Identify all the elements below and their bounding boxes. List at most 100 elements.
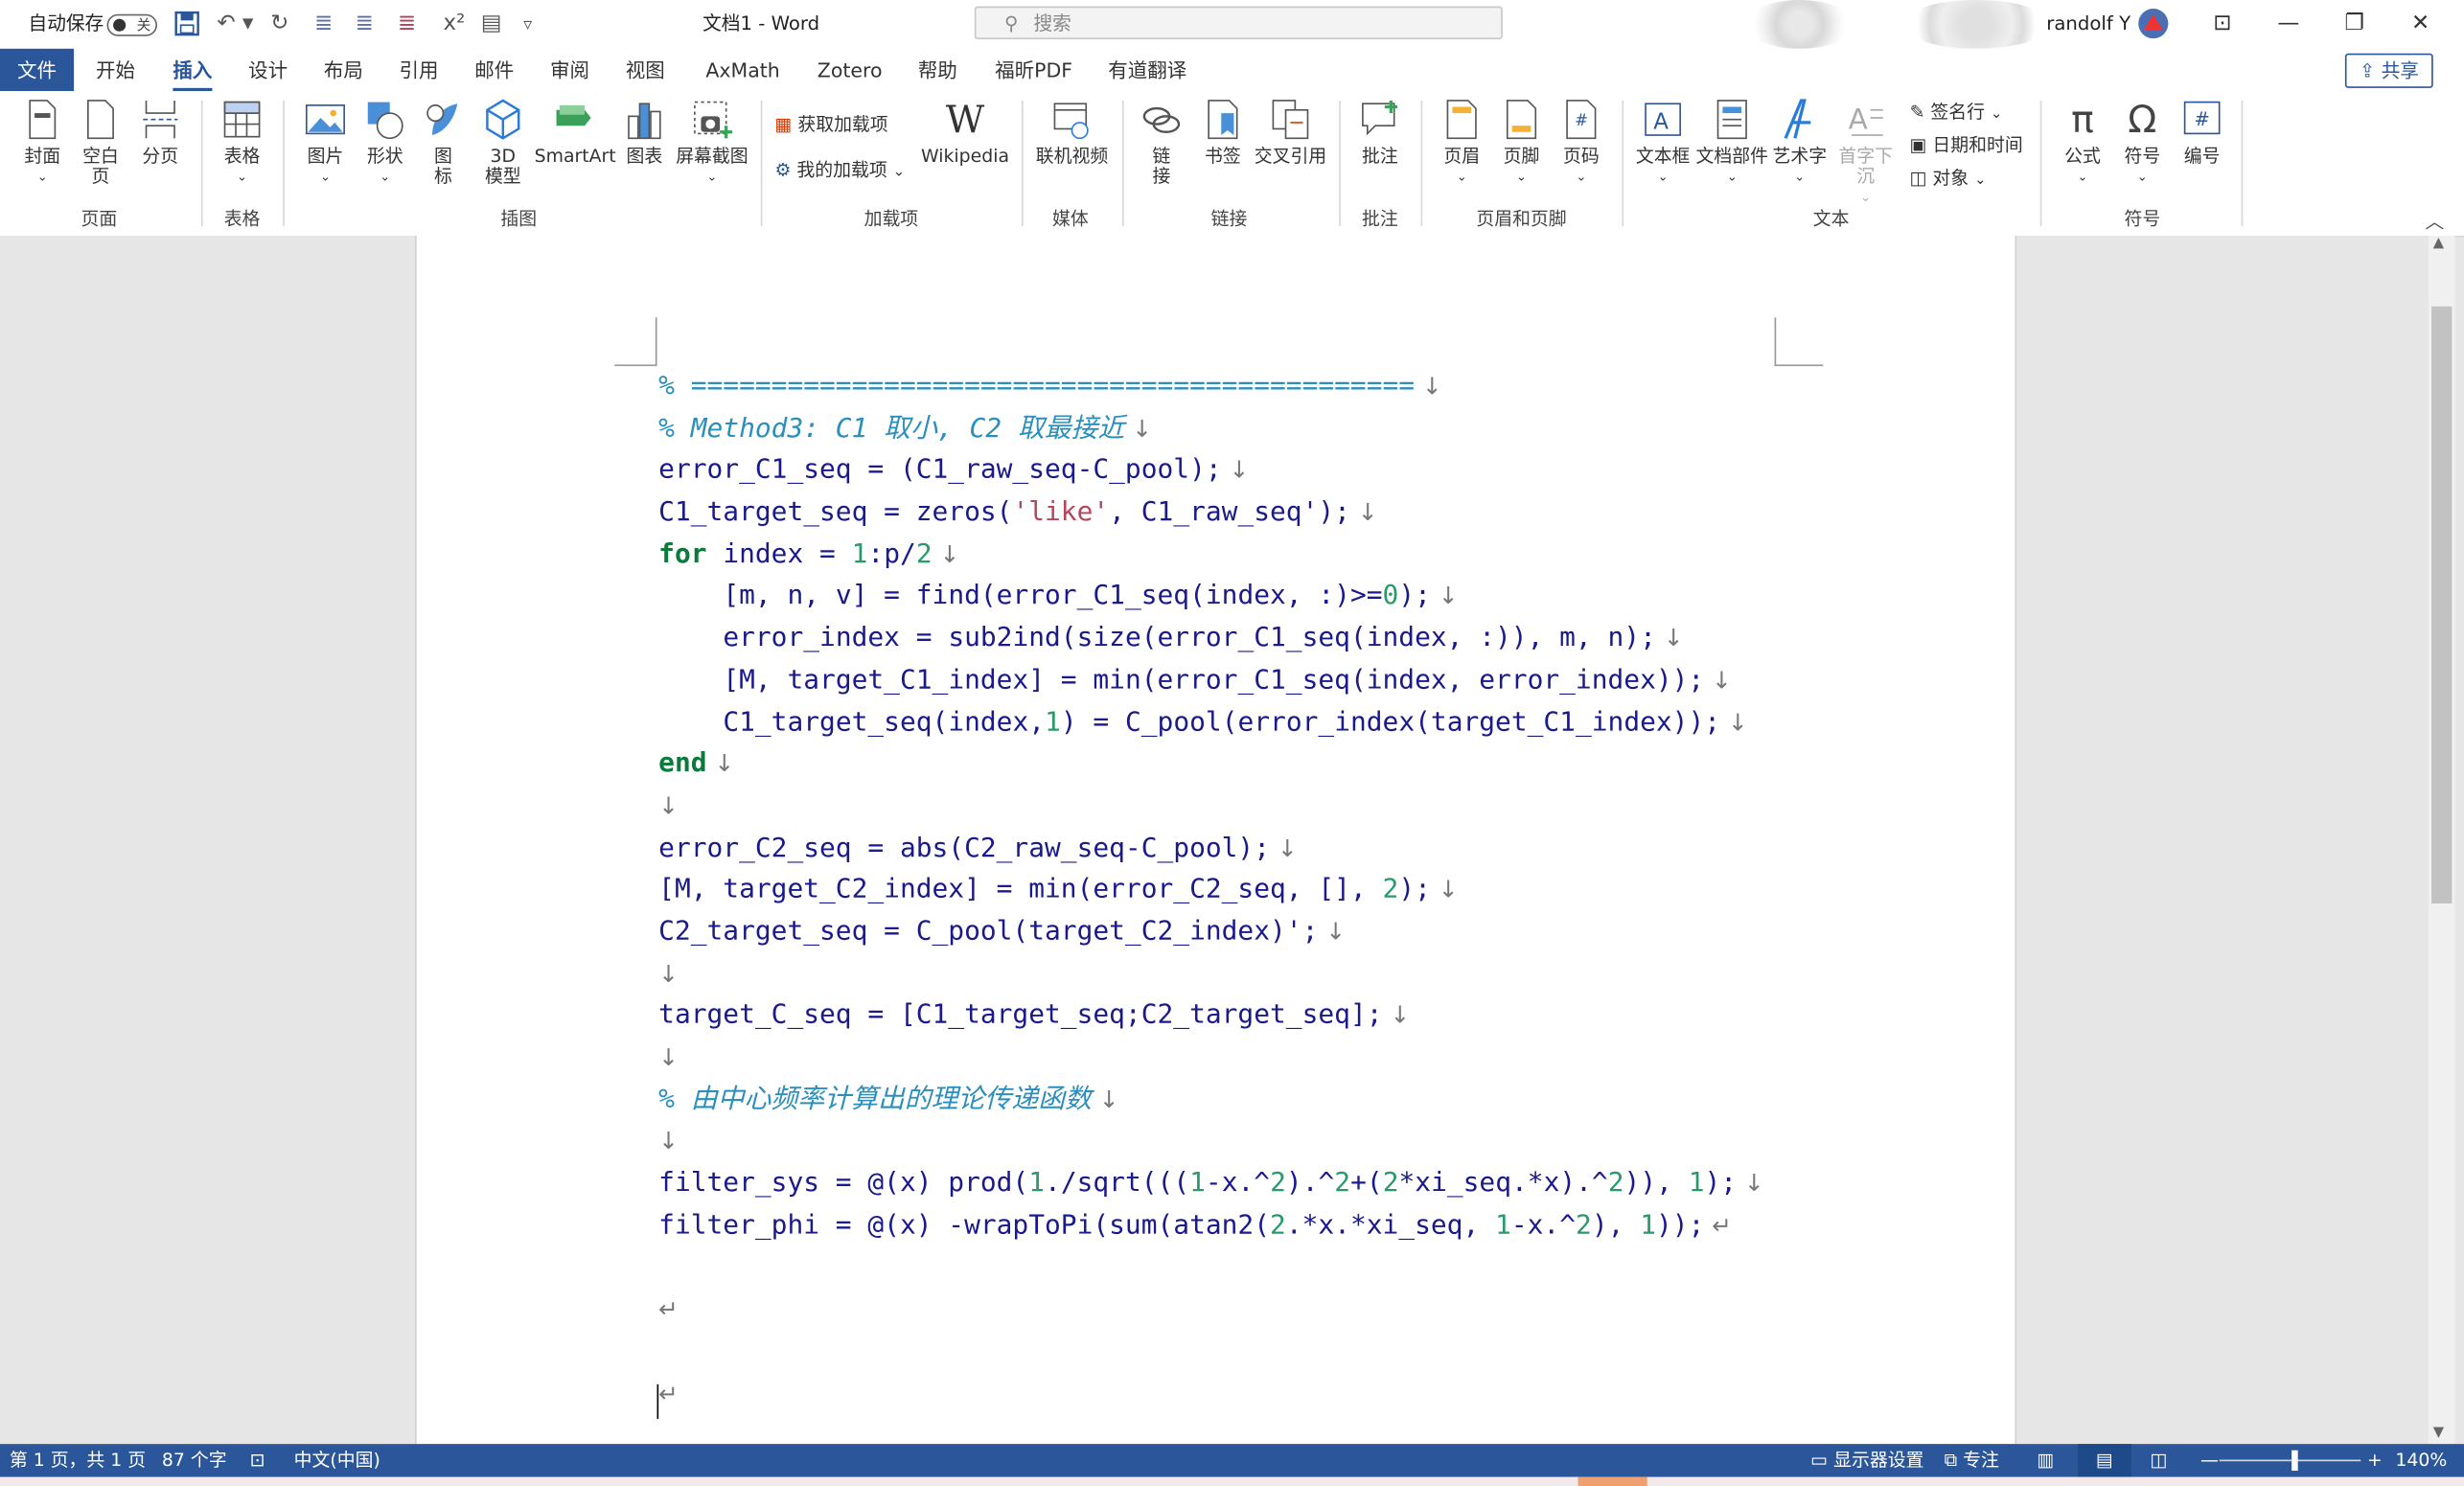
cross-reference-button[interactable]: 交叉引用	[1253, 98, 1328, 167]
code-line[interactable]: ↓	[658, 786, 1763, 828]
code-line[interactable]: ↵	[658, 1289, 1763, 1331]
minimize-icon[interactable]: —	[2255, 0, 2321, 49]
tab-foxit-pdf[interactable]: 福昕PDF	[995, 49, 1072, 91]
page-break-button[interactable]: 分页	[138, 98, 182, 167]
get-addins-button[interactable]: ▦ 获取加载项	[775, 110, 888, 139]
code-line[interactable]: filter_sys = @(x) prod(1./sqrt(((1-x.^2)…	[658, 1163, 1763, 1205]
customize-qat-icon[interactable]: ▿	[523, 0, 532, 49]
code-line[interactable]: [M, target_C2_index] = min(error_C2_seq,…	[658, 869, 1763, 911]
outline-icon[interactable]: ≣	[398, 0, 416, 49]
object-button[interactable]: ◫ 对象 ⌄	[1910, 164, 1987, 193]
code-line[interactable]: % 由中心频率计算出的理论传递函数 ↓	[658, 1079, 1763, 1121]
date-time-button[interactable]: ▣ 日期和时间	[1910, 130, 2023, 159]
undo-icon[interactable]: ↶ ▾	[217, 0, 253, 49]
word-count[interactable]: 87 个字	[162, 1444, 227, 1476]
tab-references[interactable]: 引用	[400, 49, 439, 91]
vertical-scrollbar[interactable]: ▲ ▼	[2428, 236, 2455, 1445]
restore-icon[interactable]: ❐	[2321, 0, 2387, 49]
tab-design[interactable]: 设计	[248, 49, 288, 91]
link-button[interactable]: 链 接	[1141, 98, 1183, 187]
quick-parts-button[interactable]: 文档部件 ⌄	[1696, 98, 1768, 187]
close-icon[interactable]: ✕	[2387, 0, 2453, 49]
code-line[interactable]: filter_phi = @(x) -wrapToPi(sum(atan2(2.…	[658, 1204, 1763, 1246]
redo-icon[interactable]: ↻	[270, 0, 288, 49]
tab-file[interactable]: 文件	[0, 48, 75, 92]
zoom-slider[interactable]	[2219, 1459, 2361, 1462]
code-line[interactable]: ↓	[658, 1121, 1763, 1163]
code-line[interactable]: % ======================================…	[658, 366, 1763, 408]
table-button[interactable]: 表格 ⌄	[217, 98, 266, 187]
autosave-toggle[interactable]: 关	[106, 0, 157, 49]
code-line[interactable]	[658, 1331, 1763, 1373]
symbol-button[interactable]: Ω 符号 ⌄	[2119, 98, 2166, 187]
tab-mailings[interactable]: 邮件	[474, 49, 514, 91]
code-line[interactable]: C1_target_seq(index,1) = C_pool(error_in…	[658, 701, 1763, 743]
code-line[interactable]: for index = 1:p/2 ↓	[658, 534, 1763, 576]
tab-insert[interactable]: 插入	[173, 49, 213, 92]
text-box-button[interactable]: A 文本框 ⌄	[1635, 98, 1692, 187]
page-count[interactable]: 第 1 页，共 1 页	[10, 1444, 146, 1476]
code-line[interactable]: C1_target_seq = zeros('like', C1_raw_seq…	[658, 492, 1763, 534]
picture-button[interactable]: 图片 ⌄	[302, 98, 349, 187]
language[interactable]: 中文(中国)	[294, 1444, 380, 1476]
superscript-icon[interactable]: x²	[443, 0, 465, 49]
zoom-level[interactable]: 140%	[2395, 1444, 2447, 1476]
smartart-button[interactable]: SmartArt	[535, 98, 616, 167]
numbering-button[interactable]: # 编号	[2178, 98, 2225, 167]
zoom-in-icon[interactable]: +	[2367, 1444, 2383, 1476]
bookmark-button[interactable]: 书签	[1201, 98, 1245, 167]
tab-home[interactable]: 开始	[96, 49, 135, 91]
cover-page-button[interactable]: 封面 ⌄	[19, 98, 66, 187]
web-layout-icon[interactable]: ◫	[2151, 1444, 2168, 1476]
save-icon[interactable]	[173, 0, 201, 49]
code-line[interactable]: end ↓	[658, 743, 1763, 786]
code-line[interactable]: error_C1_seq = (C1_raw_seq-C_pool); ↓	[658, 450, 1763, 492]
my-addins-button[interactable]: ⚙ 我的加载项 ⌄	[775, 155, 906, 184]
code-line[interactable]: % Method3: C1 取小, C2 取最接近 ↓	[658, 408, 1763, 450]
print-layout-icon[interactable]: ▤	[2078, 1444, 2131, 1477]
screenshot-button[interactable]: 屏幕截图 ⌄	[676, 98, 748, 187]
display-settings-button[interactable]: ▭ 显示器设置	[1810, 1444, 1923, 1476]
avatar[interactable]	[2137, 8, 2169, 39]
tab-zotero[interactable]: Zotero	[817, 49, 883, 91]
tab-layout[interactable]: 布局	[324, 49, 363, 91]
tab-axmath[interactable]: AxMath	[705, 49, 779, 91]
code-line[interactable]: target_C_seq = [C1_target_seq;C2_target_…	[658, 995, 1763, 1038]
collapse-ribbon-icon[interactable]: ︿	[2426, 207, 2445, 234]
icons-button[interactable]: 图 标	[422, 98, 466, 187]
3d-models-button[interactable]: 3D 模型	[476, 98, 530, 187]
document-page[interactable]: % ======================================…	[414, 236, 2017, 1445]
code-line[interactable]	[658, 1246, 1763, 1289]
ribbon-display-icon[interactable]: ⊡	[2190, 0, 2256, 49]
drop-cap-button[interactable]: A 首字下沉 ⌄	[1831, 98, 1900, 208]
equation-button[interactable]: π 公式 ⌄	[2059, 98, 2106, 187]
comment-button[interactable]: 批注	[1356, 98, 1403, 167]
page-view-icon[interactable]: ▤	[481, 0, 502, 49]
code-line[interactable]: ↓	[658, 1037, 1763, 1079]
wikipedia-button[interactable]: W Wikipedia	[921, 98, 1009, 167]
tab-youdao[interactable]: 有道翻译	[1108, 49, 1186, 91]
tab-review[interactable]: 审阅	[550, 49, 589, 91]
page-number-button[interactable]: # 页码 ⌄	[1557, 98, 1604, 187]
user-name[interactable]: randolf Y	[2046, 0, 2130, 49]
wordart-button[interactable]: 艺术字 ⌄	[1771, 98, 1828, 187]
code-line[interactable]: ↵	[658, 1373, 1763, 1415]
chart-button[interactable]: 图表	[622, 98, 666, 167]
shapes-button[interactable]: 形状 ⌄	[361, 98, 408, 187]
tab-help[interactable]: 帮助	[918, 49, 957, 91]
scroll-up-icon[interactable]: ▲	[2433, 236, 2444, 251]
header-button[interactable]: 页眉 ⌄	[1439, 98, 1485, 187]
numbered-list-icon[interactable]: ≣	[314, 0, 333, 49]
code-block[interactable]: % ======================================…	[658, 366, 1763, 1414]
footer-button[interactable]: 页脚 ⌄	[1498, 98, 1545, 187]
online-video-button[interactable]: 联机视频	[1032, 98, 1111, 167]
signature-line-button[interactable]: ✎ 签名行 ⌄	[1910, 98, 2003, 126]
tab-view[interactable]: 视图	[626, 49, 665, 91]
code-line[interactable]: [m, n, v] = find(error_C1_seq(index, :)>…	[658, 576, 1763, 618]
blank-page-button[interactable]: 空白页	[74, 98, 127, 187]
read-mode-icon[interactable]: ▥	[2037, 1444, 2054, 1476]
multilevel-list-icon[interactable]: ≣	[356, 0, 374, 49]
code-line[interactable]: error_index = sub2ind(size(error_C1_seq(…	[658, 618, 1763, 660]
zoom-slider-thumb[interactable]	[2291, 1450, 2298, 1472]
scroll-down-icon[interactable]: ▼	[2433, 1425, 2444, 1440]
